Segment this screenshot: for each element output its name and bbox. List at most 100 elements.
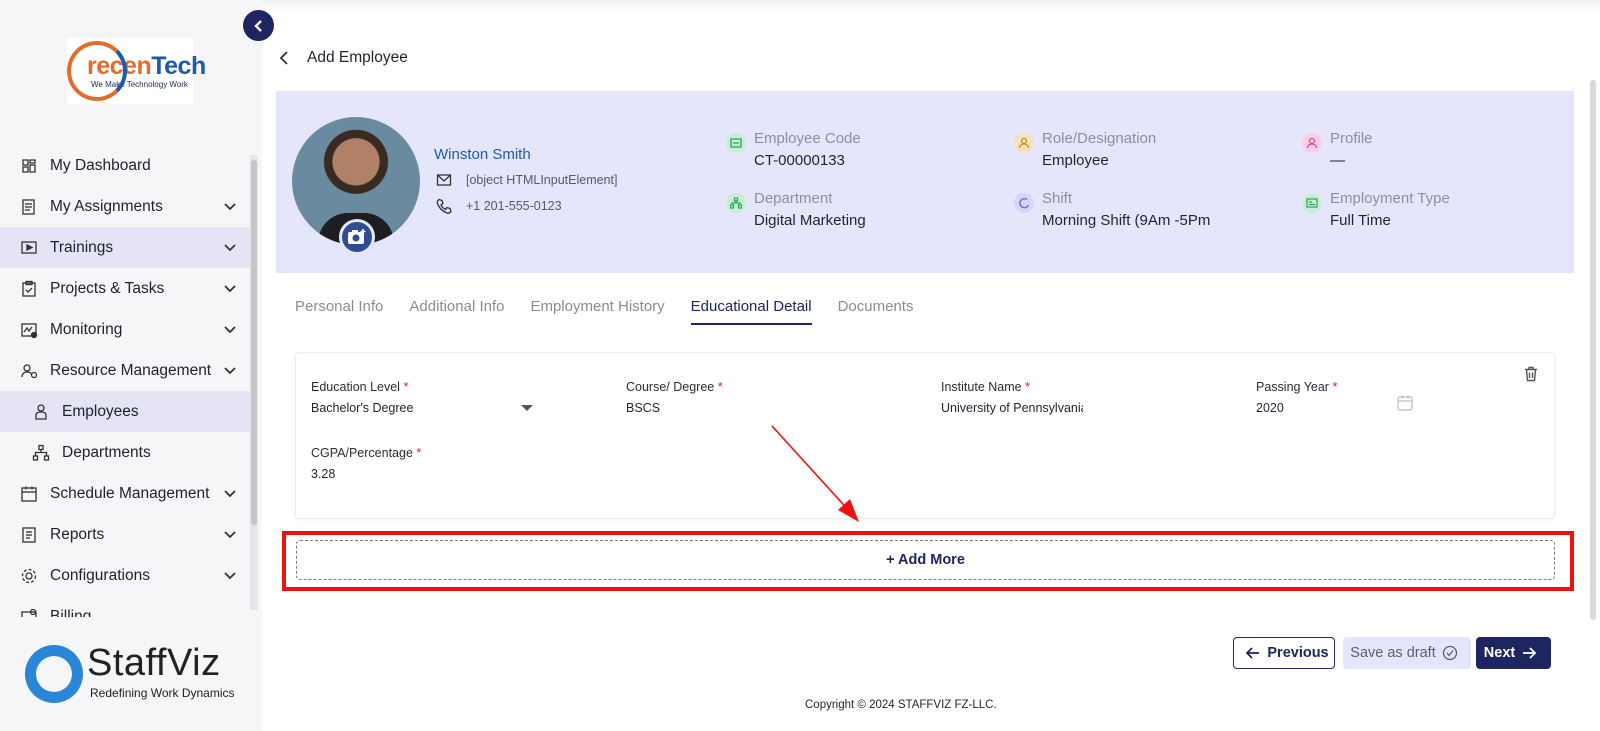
mail-icon (436, 174, 452, 186)
sidebar-item-label: Monitoring (50, 320, 123, 338)
trash-icon[interactable] (1522, 365, 1540, 383)
chevron-down-icon (224, 531, 236, 539)
employee-code-label: Employee Code (754, 130, 861, 147)
company-logo: recenTech We Make Technology Work (67, 38, 206, 104)
tab-employment-history[interactable]: Employment History (530, 298, 664, 325)
arrow-right-icon (1523, 647, 1537, 659)
previous-button-label: Previous (1267, 645, 1329, 661)
education-level-label: Education Level * (311, 380, 409, 394)
employee-phone-value: +1 201-555-0123 (466, 199, 562, 213)
sidebar-item-label: Billing (50, 607, 92, 618)
tab-documents[interactable]: Documents (838, 298, 914, 325)
employee-code-block: Employee Code CT-00000133 (726, 129, 861, 173)
staffviz-logo-name: StaffViz (87, 642, 221, 684)
chevron-down-icon (224, 490, 236, 498)
staffviz-logo: StaffViz Redefining Work Dynamics (25, 643, 245, 705)
shift-value: Morning Shift (9Am -5Pm (1042, 212, 1211, 229)
shift-block: Shift Morning Shift (9Am -5Pm (1014, 189, 1210, 233)
sidebar-item-label: My Dashboard (50, 156, 151, 174)
education-level-field[interactable]: Education Level * Bachelor's Degree (311, 380, 541, 415)
next-button-label: Next (1483, 645, 1516, 661)
course-degree-label: Course/ Degree * (626, 380, 723, 394)
main-scrollbar[interactable] (1590, 80, 1596, 620)
passing-year-field[interactable]: Passing Year * 2020 (1256, 380, 1426, 415)
course-degree-field[interactable]: Course/ Degree * BSCS (626, 380, 866, 415)
sidebar-item-my-dashboard[interactable]: My Dashboard (0, 145, 250, 186)
top-bar (262, 0, 1600, 12)
back-arrow-icon[interactable] (275, 48, 295, 68)
add-more-button[interactable]: + Add More (296, 540, 1555, 580)
institute-name-field[interactable]: Institute Name * University of Pennsylva… (941, 380, 1083, 415)
sidebar-item-reports[interactable]: Reports (0, 514, 250, 555)
sidebar-item-label: Resource Management (50, 361, 212, 379)
tab-educational-detail[interactable]: Educational Detail (690, 298, 812, 325)
course-degree-input[interactable]: BSCS (626, 401, 866, 415)
company-logo-ring (67, 41, 127, 101)
upload-photo-button[interactable] (339, 219, 375, 255)
sidebar-item-employees[interactable]: Employees (0, 391, 250, 432)
department-label: Department (754, 190, 833, 207)
tab-additional-info[interactable]: Additional Info (409, 298, 504, 325)
education-entry-card: Education Level * Bachelor's Degree Cour… (295, 352, 1555, 519)
form-tabs: Personal Info Additional Info Employment… (295, 298, 939, 325)
profile-icon (1302, 133, 1322, 153)
sidebar-item-label: Reports (50, 525, 105, 543)
institute-name-label: Institute Name * (941, 380, 1030, 394)
sidebar-item-monitoring[interactable]: Monitoring (0, 309, 250, 350)
profile-label: Profile (1330, 130, 1373, 147)
configurations-icon (18, 565, 40, 587)
employment-type-value: Full Time (1330, 212, 1391, 229)
employee-name: Winston Smith (434, 146, 531, 163)
sidebar-item-resource-management[interactable]: Resource Management (0, 350, 250, 391)
check-circle-icon (1442, 645, 1457, 661)
sidebar-scroll-thumb[interactable] (251, 160, 257, 525)
employee-email: [object HTMLInputElement] (436, 172, 617, 188)
sidebar-nav: My Dashboard My Assignments Trainings Pr… (0, 145, 250, 617)
employee-phone: +1 201-555-0123 (436, 198, 562, 214)
monitoring-icon (18, 319, 40, 341)
previous-button[interactable]: Previous (1233, 637, 1335, 669)
next-button[interactable]: Next (1476, 637, 1551, 669)
sidebar-item-label: Configurations (50, 566, 150, 584)
staffviz-logo-tagline: Redefining Work Dynamics (90, 686, 235, 700)
role-block: Role/Designation Employee (1014, 129, 1156, 173)
sidebar-item-projects-tasks[interactable]: Projects & Tasks (0, 268, 250, 309)
schedule-icon (18, 483, 40, 505)
sidebar-item-my-assignments[interactable]: My Assignments (0, 186, 250, 227)
employment-type-block: Employment Type Full Time (1302, 189, 1450, 233)
sidebar-collapse-button[interactable] (243, 10, 274, 41)
save-as-draft-button[interactable]: Save as draft (1343, 637, 1471, 669)
cgpa-field[interactable]: CGPA/Percentage * 3.28 (311, 446, 541, 481)
page-header: Add Employee (275, 46, 408, 70)
sidebar-item-billing[interactable]: Billing (0, 596, 250, 617)
reports-icon (18, 524, 40, 546)
page-title: Add Employee (307, 49, 408, 66)
tab-personal-info[interactable]: Personal Info (295, 298, 383, 325)
cgpa-input[interactable]: 3.28 (311, 467, 541, 481)
sidebar-item-label: Projects & Tasks (50, 279, 165, 297)
institute-name-input[interactable]: University of Pennsylvania (941, 401, 1083, 415)
sidebar: recenTech We Make Technology Work My Das… (0, 0, 262, 731)
sidebar-item-departments[interactable]: Departments (0, 432, 250, 473)
education-level-select[interactable]: Bachelor's Degree (311, 401, 541, 415)
sidebar-item-trainings[interactable]: Trainings (0, 227, 250, 268)
department-icon (726, 193, 746, 213)
save-as-draft-label: Save as draft (1350, 645, 1436, 661)
phone-icon (436, 198, 452, 214)
chevron-down-icon (224, 203, 236, 211)
role-icon (1014, 133, 1034, 153)
chevron-down-icon (224, 367, 236, 375)
calendar-icon[interactable] (1396, 394, 1414, 412)
chevron-down-icon (224, 244, 236, 252)
role-value: Employee (1042, 152, 1109, 169)
resource-icon (18, 360, 40, 382)
employment-type-label: Employment Type (1330, 190, 1450, 207)
profile-block: Profile — (1302, 129, 1373, 173)
sidebar-item-configurations[interactable]: Configurations (0, 555, 250, 596)
sidebar-item-schedule-management[interactable]: Schedule Management (0, 473, 250, 514)
dashboard-icon (18, 155, 40, 177)
employees-icon (30, 401, 52, 423)
caret-down-icon (521, 405, 533, 411)
role-label: Role/Designation (1042, 130, 1157, 147)
billing-icon (18, 606, 40, 617)
